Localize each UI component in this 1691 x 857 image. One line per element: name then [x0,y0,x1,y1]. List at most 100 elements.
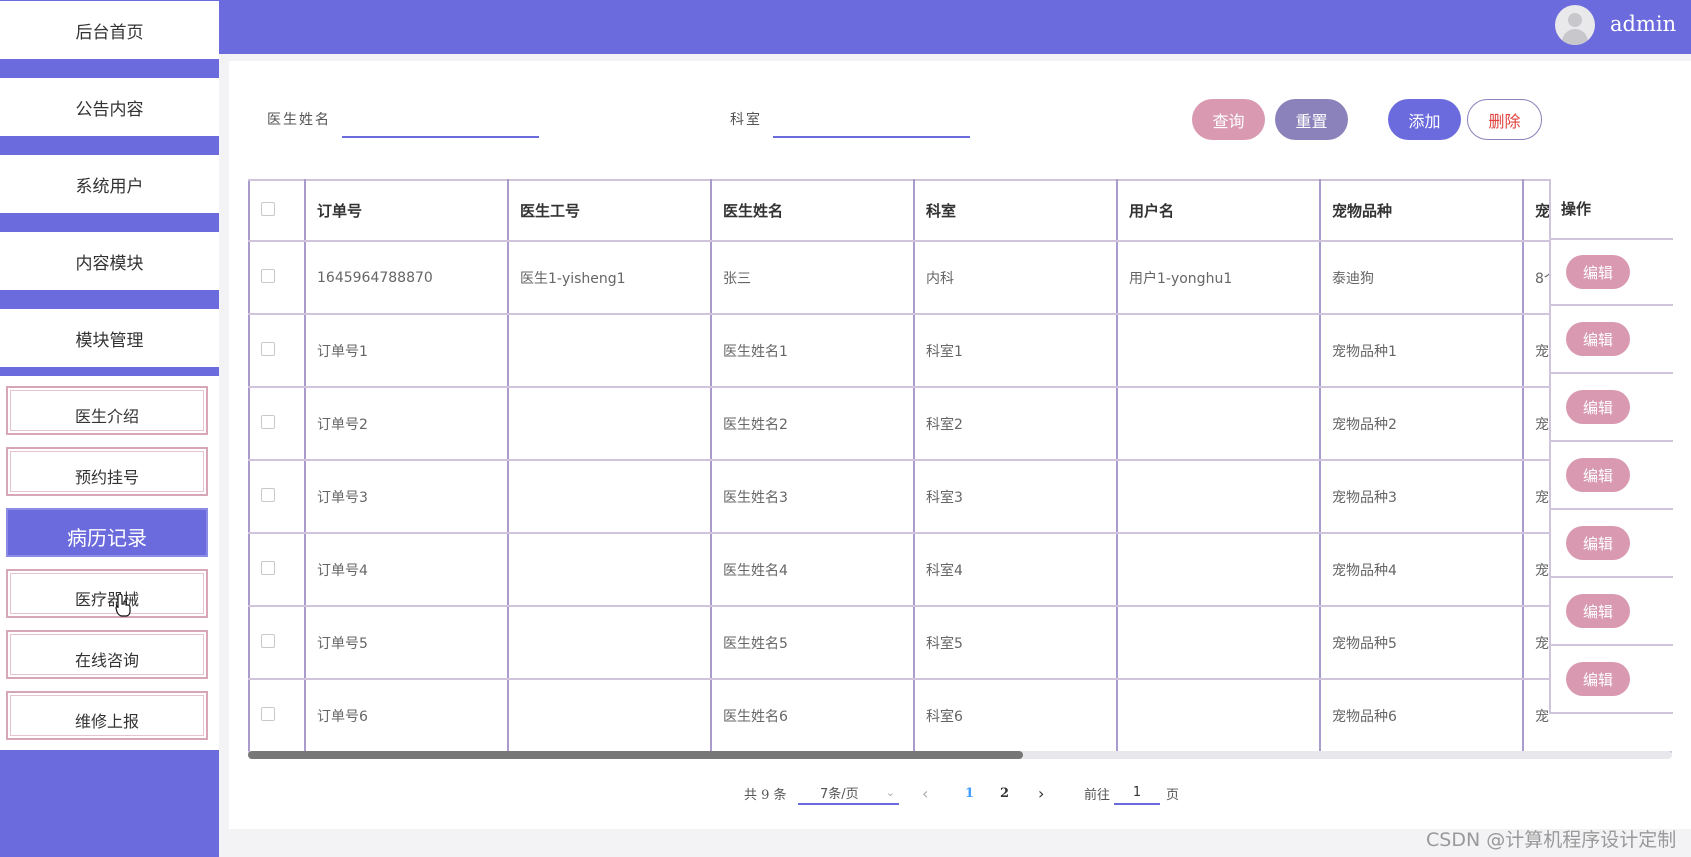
table-cell: 订单号6 [304,678,509,753]
row-checkbox[interactable] [261,414,275,429]
submenu-item-doctor-intro[interactable]: 医生介绍 [6,386,208,435]
submenu-item-appointment[interactable]: 预约挂号 [6,447,208,496]
chevron-down-icon: ⌄ [885,785,895,799]
table-cell: 张三 [710,240,915,315]
pagination-total: 共 9 条 [744,787,787,803]
hand-pointer-icon [115,593,131,617]
page-suffix: 页 [1166,787,1180,803]
department-label: 科室 [730,112,762,128]
table-cell: 医生姓名5 [710,605,915,680]
submenu-item-label: 医生介绍 [74,406,139,426]
page-size-value: 7条/页 [820,786,859,802]
operations-cell: 编辑 [1551,374,1673,442]
row-checkbox[interactable] [261,633,275,648]
table-cell [1116,532,1321,607]
operations-cell: 编辑 [1551,578,1673,646]
row-checkbox[interactable] [261,341,275,356]
user-avatar-icon[interactable] [1555,5,1595,45]
top-bar [219,0,1691,54]
edit-button[interactable]: 编辑 [1566,390,1630,424]
menu-item-module-management[interactable]: 模块管理 [0,309,219,367]
table-row: 1645964788870 医生1-yisheng1 张三 内科 用户1-yonghu1… [248,240,1672,315]
operations-cell: 编辑 [1551,306,1673,374]
column-header[interactable]: 订单号 [304,179,509,242]
row-checkbox[interactable] [261,706,275,721]
row-select-cell [248,678,306,753]
table-cell [507,386,712,461]
submenu-item-label: 病历记录 [67,526,147,550]
submenu-item-label: 维修上报 [74,711,139,731]
edit-button[interactable]: 编辑 [1566,255,1630,289]
page-number[interactable]: 2 [1000,781,1009,805]
table-cell: 宠物品种6 [1319,678,1524,753]
query-button[interactable]: 查询 [1192,99,1265,140]
delete-button[interactable]: 删除 [1467,99,1542,140]
operations-cell: 编辑 [1551,646,1673,714]
table-cell: 科室3 [913,459,1118,534]
column-header[interactable]: 医生工号 [507,179,712,242]
row-select-cell [248,605,306,680]
submenu-item-online-consult[interactable]: 在线咨询 [6,630,208,679]
row-select-cell [248,532,306,607]
menu-item-content-modules[interactable]: 内容模块 [0,232,219,290]
department-input[interactable] [773,112,970,138]
prev-page-icon[interactable]: ‹ [922,781,928,805]
table-cell [507,459,712,534]
menu-item-label: 内容模块 [75,253,144,274]
operations-cell: 编辑 [1551,240,1673,306]
edit-button[interactable]: 编辑 [1566,526,1630,560]
table-cell [507,605,712,680]
add-button[interactable]: 添加 [1388,99,1461,140]
row-select-cell [248,240,306,315]
table-header-row: 订单号 医生工号 医生姓名 科室 用户名 宠物品种 宠 [248,179,1672,242]
operations-column: 操作 编辑 编辑 编辑 编辑 编辑 编辑 编辑 [1549,179,1673,714]
table-cell [1116,386,1321,461]
edit-button[interactable]: 编辑 [1566,322,1630,356]
menu-item-system-users[interactable]: 系统用户 [0,155,219,213]
table-cell [507,678,712,753]
goto-page-input[interactable]: 1 [1114,781,1160,805]
table-cell: 泰迪狗 [1319,240,1524,315]
column-header[interactable]: 科室 [913,179,1118,242]
data-table: 订单号 医生工号 医生姓名 科室 用户名 宠物品种 宠 164596478887… [248,179,1672,761]
table-cell: 科室4 [913,532,1118,607]
row-checkbox[interactable] [261,268,275,283]
table-cell: 科室5 [913,605,1118,680]
table-cell: 订单号3 [304,459,509,534]
menu-item-home[interactable]: 后台首页 [0,1,219,59]
username[interactable]: admin [1610,12,1676,36]
edit-button[interactable]: 编辑 [1566,662,1630,696]
table-cell: 宠物品种4 [1319,532,1524,607]
table-cell: 订单号2 [304,386,509,461]
submenu-item-repair-report[interactable]: 维修上报 [6,691,208,740]
row-checkbox[interactable] [261,487,275,502]
table-cell: 用户1-yonghu1 [1116,240,1321,315]
column-header[interactable]: 医生姓名 [710,179,915,242]
submenu-item-label: 预约挂号 [74,467,139,487]
submenu-item-medical-equipment[interactable]: 医疗器械 [6,569,208,618]
table-cell: 订单号1 [304,313,509,388]
table-cell: 宠物品种5 [1319,605,1524,680]
submenu-item-medical-records[interactable]: 病历记录 [6,508,208,557]
edit-button[interactable]: 编辑 [1566,594,1630,628]
table-cell: 科室6 [913,678,1118,753]
scrollbar-thumb[interactable] [248,751,1023,759]
page-number[interactable]: 1 [965,781,974,805]
table-row: 订单号6 医生姓名6 科室6 宠物品种6 宠 [248,678,1672,753]
column-header[interactable]: 用户名 [1116,179,1321,242]
table-cell: 医生姓名6 [710,678,915,753]
select-all-checkbox[interactable] [261,201,275,216]
row-checkbox[interactable] [261,560,275,575]
column-header[interactable]: 宠物品种 [1319,179,1524,242]
table-cell: 医生1-yisheng1 [507,240,712,315]
table-cell: 宠物品种3 [1319,459,1524,534]
page-size-select[interactable]: 7条/页 ⌄ [798,781,899,805]
reset-button[interactable]: 重置 [1275,99,1348,140]
menu-item-announcements[interactable]: 公告内容 [0,78,219,136]
doctor-name-input[interactable] [342,112,539,138]
table-cell: 医生姓名3 [710,459,915,534]
row-select-cell [248,386,306,461]
table-horizontal-scrollbar[interactable] [248,751,1672,759]
next-page-icon[interactable]: › [1038,781,1044,805]
edit-button[interactable]: 编辑 [1566,458,1630,492]
